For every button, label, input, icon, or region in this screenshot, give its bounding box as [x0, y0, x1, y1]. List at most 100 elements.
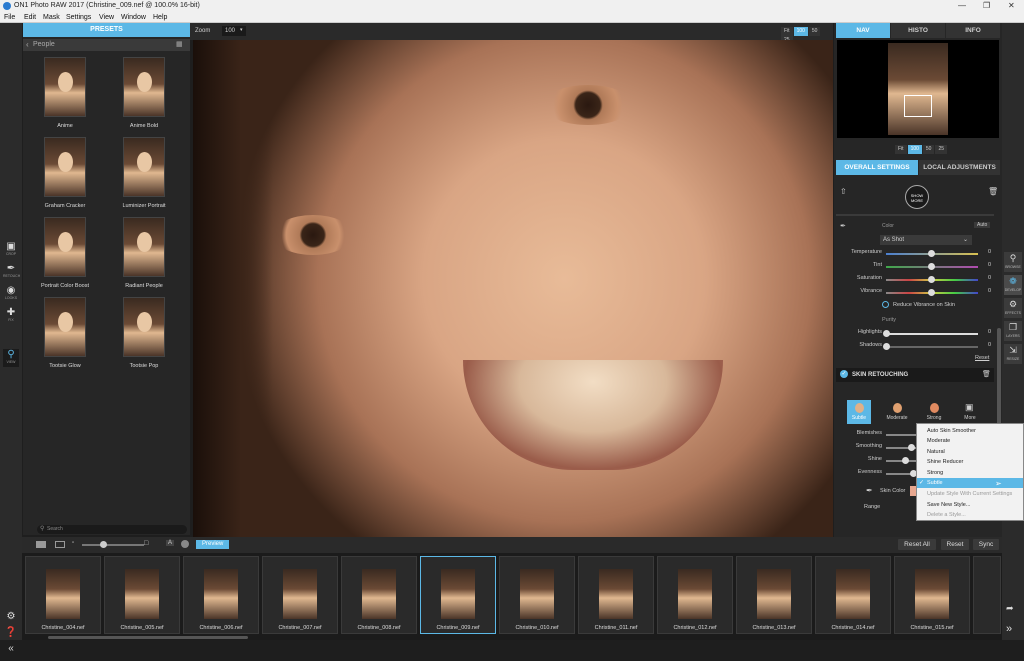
- menu-settings[interactable]: Settings: [66, 14, 91, 21]
- preset-search-input[interactable]: Search: [37, 525, 187, 534]
- tool-crop[interactable]: ▣ CROP: [3, 241, 19, 259]
- zoom-fit-button[interactable]: Fit: [781, 27, 793, 36]
- reset-button[interactable]: Reset: [941, 539, 969, 550]
- film-item[interactable]: Christine_011.nef: [578, 556, 654, 634]
- thumb-size-knob[interactable]: [100, 541, 107, 548]
- zoom-100-button[interactable]: 100: [793, 27, 808, 36]
- style-more-button[interactable]: ▣ More: [956, 400, 984, 424]
- reset-all-button[interactable]: Reset All: [898, 539, 936, 550]
- menu-item-shine-reducer[interactable]: Shine Reducer: [917, 457, 1023, 467]
- menu-help[interactable]: Help: [153, 14, 167, 21]
- eyedropper-icon[interactable]: ✒: [840, 222, 846, 230]
- color-auto-button[interactable]: Auto: [974, 222, 991, 228]
- preset-anime-bold[interactable]: Anime Bold: [105, 55, 183, 135]
- tool-fix[interactable]: ✚ FIX: [3, 307, 19, 325]
- tool-view[interactable]: ⚲ VIEW: [3, 349, 19, 367]
- tab-overall-settings[interactable]: OVERALL SETTINGS: [836, 160, 918, 175]
- menu-item-subtle[interactable]: ✓ Subtle ➢: [917, 478, 1023, 488]
- show-more-button[interactable]: SHOW MORE: [905, 185, 929, 209]
- collapse-left-button[interactable]: «: [3, 643, 19, 661]
- trash-icon[interactable]: 🗑: [982, 370, 991, 378]
- menu-view[interactable]: View: [99, 14, 114, 21]
- film-item[interactable]: Christine_006.nef: [183, 556, 259, 634]
- style-strong-button[interactable]: Strong: [920, 400, 948, 424]
- slider-knob[interactable]: [928, 263, 935, 270]
- reduce-vibrance-radio[interactable]: [882, 301, 889, 308]
- film-item[interactable]: Christine_013.nef: [736, 556, 812, 634]
- film-item[interactable]: Christine_010.nef: [499, 556, 575, 634]
- slider-knob[interactable]: [883, 330, 890, 337]
- slider-vibrance[interactable]: Vibrance 0: [840, 288, 1000, 298]
- tool-looks[interactable]: ◉ LOOKS: [3, 285, 19, 303]
- reset-link[interactable]: Reset: [975, 355, 989, 361]
- tab-local-adjustments[interactable]: LOCAL ADJUSTMENTS: [919, 160, 1000, 175]
- menu-item-auto-skin-smoother[interactable]: Auto Skin Smoother: [917, 426, 1023, 436]
- film-item[interactable]: Christine_007.nef: [262, 556, 338, 634]
- slider-saturation[interactable]: Saturation 0: [840, 275, 1000, 285]
- grid-view-icon[interactable]: ▦: [176, 40, 183, 48]
- slider-temperature[interactable]: Temperature 0: [840, 249, 1000, 259]
- zoom-50-button[interactable]: 50: [808, 27, 821, 36]
- nav-zoom-100[interactable]: 100: [907, 145, 922, 154]
- slider-shadows[interactable]: Shadows 0: [840, 342, 1000, 352]
- single-view-icon[interactable]: [36, 541, 46, 548]
- navigator-thumbnail[interactable]: [837, 40, 999, 138]
- tab-nav[interactable]: NAV: [836, 23, 890, 38]
- white-balance-select[interactable]: As Shot ⌄: [880, 235, 972, 245]
- film-item[interactable]: Christine_014.nef: [815, 556, 891, 634]
- preset-tootsie-glow[interactable]: Tootsie Glow: [26, 295, 104, 375]
- small-thumb-icon[interactable]: ▫: [72, 540, 74, 546]
- menu-window[interactable]: Window: [121, 14, 146, 21]
- eyedropper-icon[interactable]: ✒: [866, 486, 873, 495]
- photo-canvas[interactable]: [193, 40, 833, 537]
- trash-icon[interactable]: 🗑: [988, 187, 998, 196]
- panel-scrollbar[interactable]: [997, 328, 1001, 428]
- nav-zoom-25[interactable]: 25: [935, 145, 948, 154]
- menu-edit[interactable]: Edit: [24, 14, 36, 21]
- preset-category-bar[interactable]: ‹ People ▦: [23, 39, 190, 51]
- tab-histo[interactable]: HISTO: [891, 23, 945, 38]
- thumb-size-slider[interactable]: [82, 544, 144, 546]
- share-icon[interactable]: ➦: [1006, 603, 1014, 614]
- maximize-icon[interactable]: ❐: [983, 1, 990, 10]
- menu-item-moderate[interactable]: Moderate: [917, 436, 1023, 446]
- film-item[interactable]: Christine_012.nef: [657, 556, 733, 634]
- chevron-left-icon[interactable]: ‹: [26, 40, 29, 49]
- export-icon[interactable]: ⇧: [840, 187, 847, 196]
- double-chevron-right-icon[interactable]: »: [1006, 623, 1012, 635]
- minimize-icon[interactable]: —: [958, 1, 966, 10]
- slider-knob[interactable]: [928, 250, 935, 257]
- menu-item-strong[interactable]: Strong: [917, 468, 1023, 478]
- slider-knob[interactable]: [928, 289, 935, 296]
- slider-knob[interactable]: [902, 457, 909, 464]
- slider-knob[interactable]: [883, 343, 890, 350]
- navigator-viewport-box[interactable]: [904, 95, 932, 117]
- module-develop[interactable]: ❁ DEVELOP: [1004, 275, 1022, 295]
- style-moderate-button[interactable]: Moderate: [883, 400, 911, 424]
- close-icon[interactable]: ✕: [1008, 1, 1015, 10]
- nav-zoom-50[interactable]: 50: [922, 145, 935, 154]
- film-item[interactable]: Christine_015.nef: [894, 556, 970, 634]
- preview-button[interactable]: Preview: [196, 540, 230, 549]
- preset-luminizer-portrait[interactable]: Luminizer Portrait: [105, 135, 183, 215]
- preset-anime[interactable]: Anime: [26, 55, 104, 135]
- module-browse[interactable]: ⚲ BROWSE: [1004, 252, 1022, 272]
- tool-retouch[interactable]: ✒ RETOUCH: [3, 263, 20, 281]
- sync-button[interactable]: Sync: [973, 539, 999, 550]
- filmstrip-scrollbar[interactable]: [48, 636, 248, 639]
- film-item-partial[interactable]: [973, 556, 1001, 634]
- checkmark-icon[interactable]: ✓: [840, 370, 848, 378]
- menu-mask[interactable]: Mask: [43, 14, 60, 21]
- film-item-selected[interactable]: Christine_009.nef: [420, 556, 496, 634]
- split-view-icon[interactable]: [55, 541, 65, 548]
- mask-view-icon[interactable]: [181, 540, 189, 548]
- menu-file[interactable]: File: [4, 14, 15, 21]
- menu-item-save-new-style[interactable]: Save New Style...: [917, 500, 1023, 510]
- film-item[interactable]: Christine_004.nef: [25, 556, 101, 634]
- compare-icon[interactable]: A: [166, 540, 175, 546]
- large-thumb-icon[interactable]: □: [144, 540, 148, 547]
- menu-item-natural[interactable]: Natural: [917, 447, 1023, 457]
- module-layers[interactable]: ❐ LAYERS: [1004, 321, 1022, 341]
- slider-knob[interactable]: [928, 276, 935, 283]
- module-resize[interactable]: ⇲ RESIZE: [1004, 344, 1022, 364]
